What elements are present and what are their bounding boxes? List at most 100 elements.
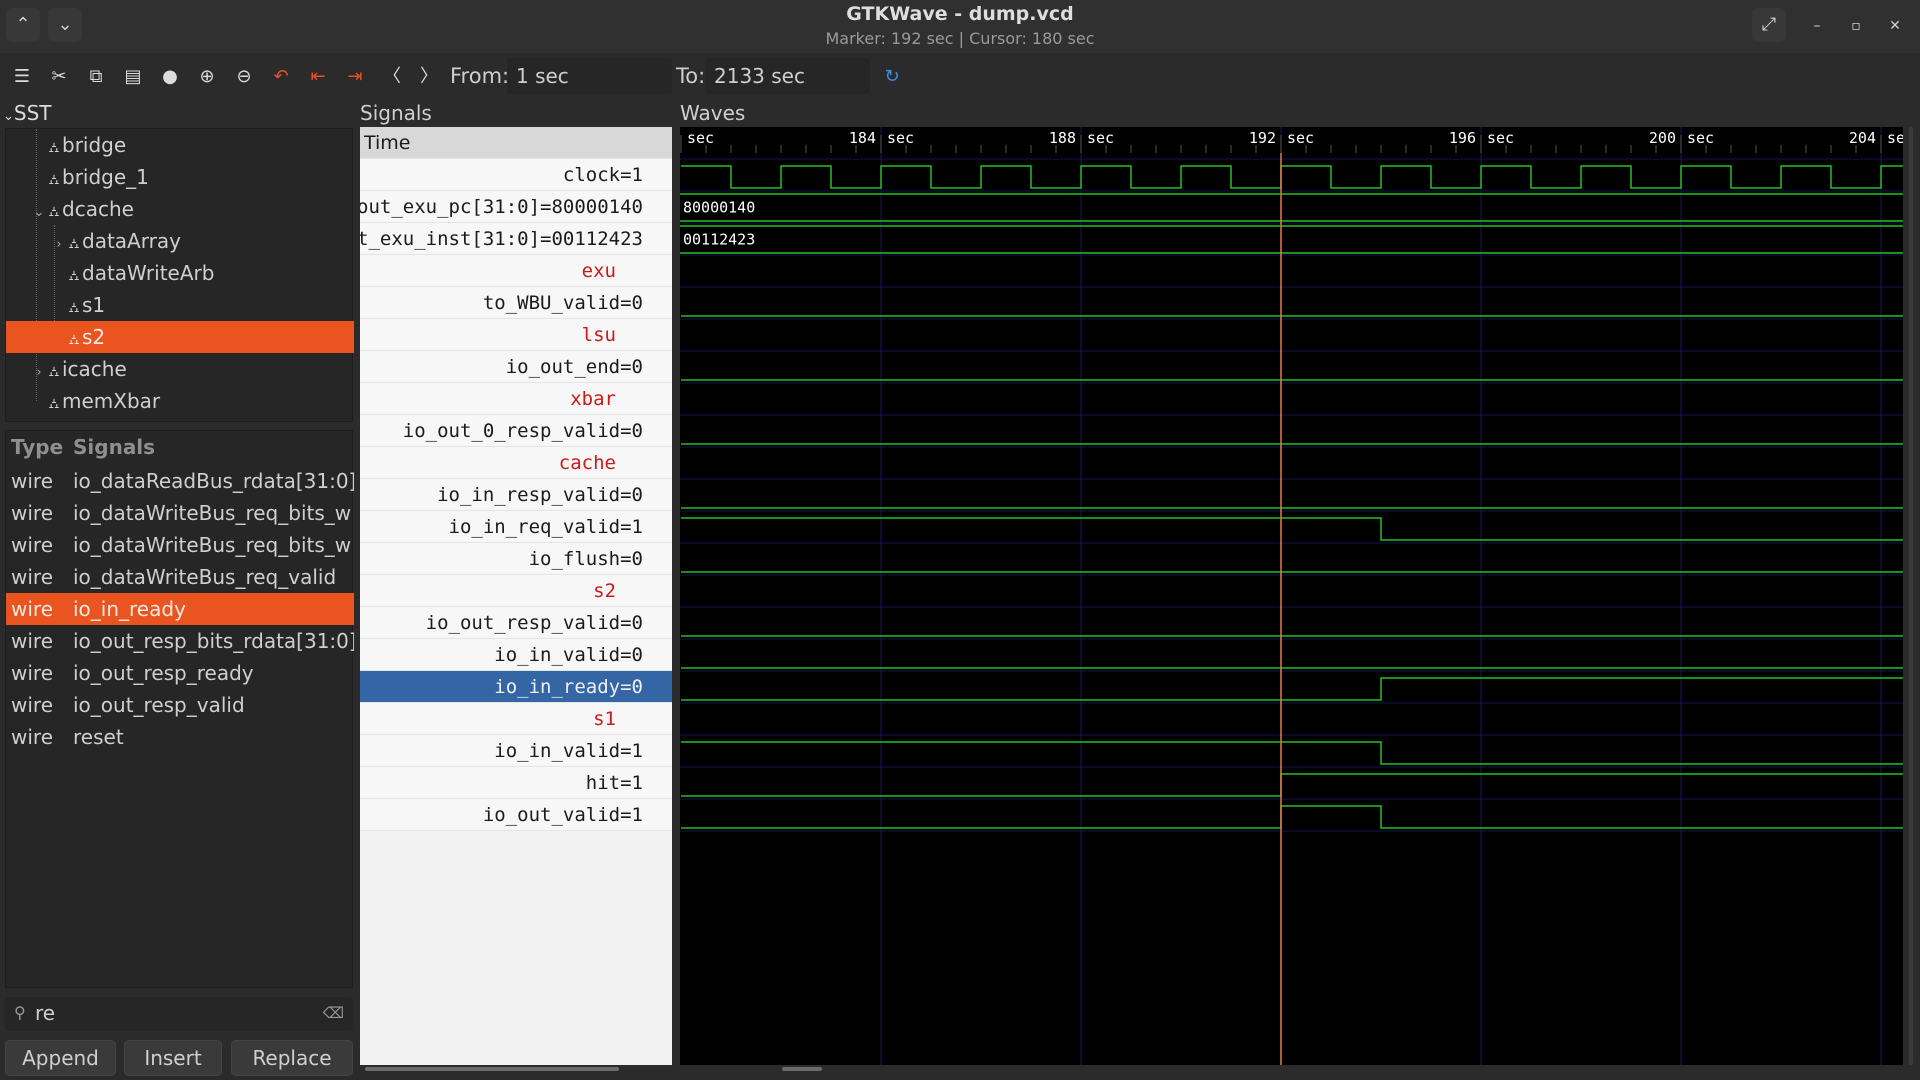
- signal-row[interactable]: io_flush=0: [360, 543, 672, 575]
- to-input[interactable]: 2133 sec: [705, 58, 870, 94]
- minimize-button[interactable]: –: [1805, 14, 1829, 38]
- signal-row[interactable]: io_in_req_valid=1: [360, 511, 672, 543]
- signal-list-row[interactable]: wire io_out_resp_bits_rdata[31:0]: [6, 625, 354, 657]
- signal-row-label: io_in_resp_valid=0: [437, 484, 643, 506]
- signal-row-label: io_in_valid=1: [494, 740, 643, 762]
- signal-row[interactable]: io_out_end=0: [360, 351, 672, 383]
- signals-scrollbar[interactable]: [365, 1067, 619, 1071]
- signal-type: wire: [11, 693, 54, 717]
- hierarchy-icon: ⛼: [48, 204, 60, 220]
- signal-list-row[interactable]: wire io_dataWriteBus_req_bits_w: [6, 529, 354, 561]
- signal-group-row[interactable]: s2: [360, 575, 672, 607]
- sst-header[interactable]: ⌄SST: [3, 101, 52, 125]
- tree-node-s1[interactable]: ⛼ s1: [6, 289, 354, 321]
- waves-pane[interactable]: sec 184 sec 188 sec 192 sec 196 sec 200 sec 204 sec 8…: [680, 127, 1903, 1065]
- signal-list-row[interactable]: wire io_out_resp_ready: [6, 657, 354, 689]
- zoom-out-icon[interactable]: ⊖: [230, 63, 258, 91]
- signal-row[interactable]: io_out_valid=1: [360, 799, 672, 831]
- time-row-header: Time: [360, 127, 672, 159]
- waveform-canvas[interactable]: sec 184 sec 188 sec 192 sec 196 sec 200 sec 204 sec 8…: [680, 127, 1903, 1065]
- tree-node-memXbar[interactable]: ⛼ memXbar: [6, 385, 354, 417]
- signal-list-row[interactable]: wire reset: [6, 721, 354, 753]
- signal-row-label: s2: [593, 580, 616, 602]
- restore-button[interactable]: ▫: [1844, 14, 1868, 38]
- zoom-to-end-icon[interactable]: ⇥: [341, 63, 369, 91]
- tree-node-bridge-1[interactable]: ⛼ bridge_1: [6, 161, 354, 193]
- close-button[interactable]: ✕: [1883, 14, 1907, 38]
- fullscreen-button[interactable]: ⤢: [1752, 8, 1786, 42]
- signal-row[interactable]: io_out_exu_pc[31:0]=80000140: [360, 191, 672, 223]
- tick-unit: sec: [687, 129, 714, 147]
- signal-row-label: io_out_0_resp_valid=0: [402, 420, 643, 442]
- zoom-in-icon[interactable]: ⊕: [193, 63, 221, 91]
- tree-node-label: bridge: [62, 133, 127, 157]
- signal-row[interactable]: hit=1: [360, 767, 672, 799]
- append-button[interactable]: Append: [5, 1040, 116, 1076]
- signal-row[interactable]: io_in_resp_valid=0: [360, 479, 672, 511]
- tree-node-dataWriteArb[interactable]: ⛼ dataWriteArb: [6, 257, 354, 289]
- insert-button[interactable]: Insert: [124, 1040, 222, 1076]
- tree-node-label: dataWriteArb: [82, 261, 215, 285]
- waves-scrollbar[interactable]: [782, 1067, 822, 1071]
- hierarchy-icon: ⛼: [68, 268, 80, 284]
- signal-list-row[interactable]: wire io_out_resp_valid: [6, 689, 354, 721]
- menu-icon[interactable]: ☰: [8, 63, 36, 91]
- tree-node-bridge[interactable]: ⛼ bridge: [6, 129, 354, 161]
- copy-icon[interactable]: ⧉: [82, 63, 110, 91]
- vertical-scrollbar[interactable]: [1908, 127, 1914, 1065]
- signal-row[interactable]: io_in_valid=0: [360, 639, 672, 671]
- tree-node-icache[interactable]: › ⛼ icache: [6, 353, 354, 385]
- undo-zoom-icon[interactable]: ↶: [267, 63, 295, 91]
- hierarchy-icon: ⛼: [68, 236, 80, 252]
- tree-node-s2[interactable]: ⛼ s2: [6, 321, 354, 353]
- hierarchy-icon: ⛼: [48, 396, 60, 412]
- signal-group-row[interactable]: s1: [360, 703, 672, 735]
- cut-icon[interactable]: ✂: [45, 63, 73, 91]
- tree-node-dcache[interactable]: ⌄ ⛼ dcache: [6, 193, 354, 225]
- replace-button[interactable]: Replace: [231, 1040, 353, 1076]
- hierarchy-icon: ⛼: [48, 172, 60, 188]
- signal-row[interactable]: to_WBU_valid=0: [360, 287, 672, 319]
- signal-type: wire: [11, 533, 54, 557]
- signal-list-row[interactable]: wire io_dataWriteBus_req_valid: [6, 561, 354, 593]
- signal-row-label: xbar: [570, 388, 616, 410]
- signal-row-label: hit=1: [585, 772, 643, 794]
- signal-row-label: lsu: [581, 324, 616, 346]
- signal-row[interactable]: io_out_exu_inst[31:0]=00112423: [360, 223, 672, 255]
- signal-list-row[interactable]: wire io_in_ready: [6, 593, 354, 625]
- from-label: From:: [450, 64, 510, 88]
- signal-row[interactable]: io_out_resp_valid=0: [360, 607, 672, 639]
- zoom-fit-icon[interactable]: ●: [156, 63, 184, 91]
- hierarchy-icon: ⛼: [68, 332, 80, 348]
- next-edge-icon[interactable]: 〉: [415, 63, 443, 91]
- signal-row[interactable]: io_in_valid=1: [360, 735, 672, 767]
- clear-icon[interactable]: ⌫: [323, 1004, 344, 1022]
- signal-group-row[interactable]: exu: [360, 255, 672, 287]
- signal-group-row[interactable]: lsu: [360, 319, 672, 351]
- signal-list-row[interactable]: wire io_dataWriteBus_req_bits_w: [6, 497, 354, 529]
- signal-search[interactable]: ⚲ re ⌫: [5, 997, 353, 1031]
- zoom-to-start-icon[interactable]: ⇤: [304, 63, 332, 91]
- tree-node-dataArray[interactable]: › ⛼ dataArray: [6, 225, 354, 257]
- reload-icon[interactable]: ↻: [878, 63, 906, 91]
- signal-name: reset: [73, 725, 124, 749]
- search-input[interactable]: re: [35, 1001, 55, 1025]
- signal-row[interactable]: clock=1: [360, 159, 672, 191]
- close-icon: ✕: [1889, 18, 1901, 34]
- previous-edge-icon[interactable]: 〈: [378, 63, 406, 91]
- bit-trace: [681, 741, 1903, 765]
- signal-row-label: io_flush=0: [528, 548, 643, 570]
- tick-label: 204: [1849, 129, 1876, 147]
- signal-group-row[interactable]: xbar: [360, 383, 672, 415]
- signal-row[interactable]: io_in_ready=0: [360, 671, 672, 703]
- signals-pane: Time clock=1 io_out_exu_pc[31:0]=80000140i…: [360, 127, 672, 1065]
- from-input[interactable]: 1 sec: [507, 58, 672, 94]
- tree-node-label: memXbar: [62, 389, 161, 413]
- signal-row-label: s1: [593, 708, 616, 730]
- paste-icon[interactable]: ▤: [119, 63, 147, 91]
- signal-group-row[interactable]: cache: [360, 447, 672, 479]
- chevron-down-icon: ⌄: [3, 109, 14, 124]
- signal-row[interactable]: io_out_0_resp_valid=0: [360, 415, 672, 447]
- signal-list-row[interactable]: wire io_dataReadBus_rdata[31:0]: [6, 465, 354, 497]
- sst-header-label: SST: [13, 101, 52, 125]
